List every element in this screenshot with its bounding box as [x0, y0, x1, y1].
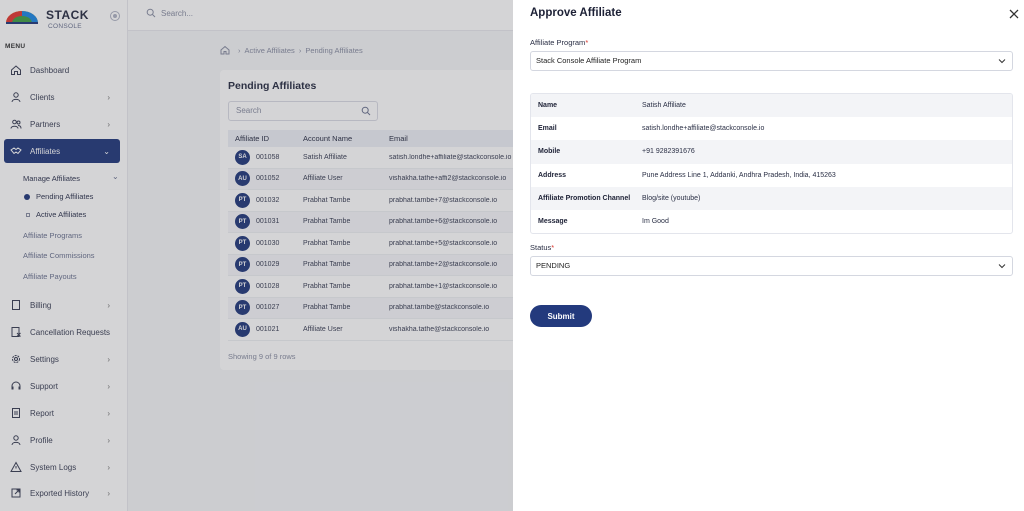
status-label: Status*: [530, 243, 554, 252]
affiliate-program-value: Stack Console Affiliate Program: [536, 56, 642, 65]
detail-key: Address: [538, 171, 567, 179]
affiliate-program-label: Affiliate Program*: [530, 38, 588, 47]
detail-row-email: Email satish.londhe+affiliate@stackconso…: [531, 117, 1012, 140]
submit-button[interactable]: Submit: [530, 305, 592, 327]
detail-value: satish.londhe+affiliate@stackconsole.io: [642, 125, 765, 133]
detail-value: Im Good: [642, 218, 669, 226]
chevron-down-icon: [998, 59, 1006, 64]
detail-row-mobile: Mobile +91 9282391676: [531, 140, 1012, 164]
label-text: Affiliate Program: [530, 38, 586, 47]
status-value: PENDING: [536, 261, 571, 270]
detail-row-address: Address Pune Address Line 1, Addanki, An…: [531, 164, 1012, 187]
detail-value: Blog/site (youtube): [642, 194, 701, 202]
required-mark: *: [551, 243, 555, 252]
detail-row-promotion-channel: Affiliate Promotion Channel Blog/site (y…: [531, 186, 1012, 210]
detail-key: Affiliate Promotion Channel: [538, 194, 631, 202]
affiliate-program-select[interactable]: Stack Console Affiliate Program: [530, 51, 1013, 71]
affiliate-details: Name Satish Affiliate Email satish.londh…: [530, 93, 1013, 234]
close-icon[interactable]: [1008, 8, 1020, 20]
detail-key: Message: [538, 218, 568, 226]
label-text: Status: [530, 243, 552, 252]
detail-key: Mobile: [538, 148, 561, 156]
status-select[interactable]: PENDING: [530, 256, 1013, 276]
detail-row-message: Message Im Good: [531, 210, 1012, 233]
approve-affiliate-drawer: Approve Affiliate Affiliate Program* Sta…: [513, 0, 1024, 511]
chevron-down-icon: [998, 264, 1006, 269]
detail-row-name: Name Satish Affiliate: [531, 94, 1012, 118]
detail-key: Name: [538, 102, 558, 110]
required-mark: *: [585, 38, 589, 47]
detail-key: Email: [538, 125, 557, 133]
detail-value: +91 9282391676: [642, 148, 695, 156]
detail-value: Satish Affiliate: [642, 102, 686, 110]
drawer-title: Approve Affiliate: [530, 7, 622, 19]
detail-value: Pune Address Line 1, Addanki, Andhra Pra…: [642, 171, 836, 179]
